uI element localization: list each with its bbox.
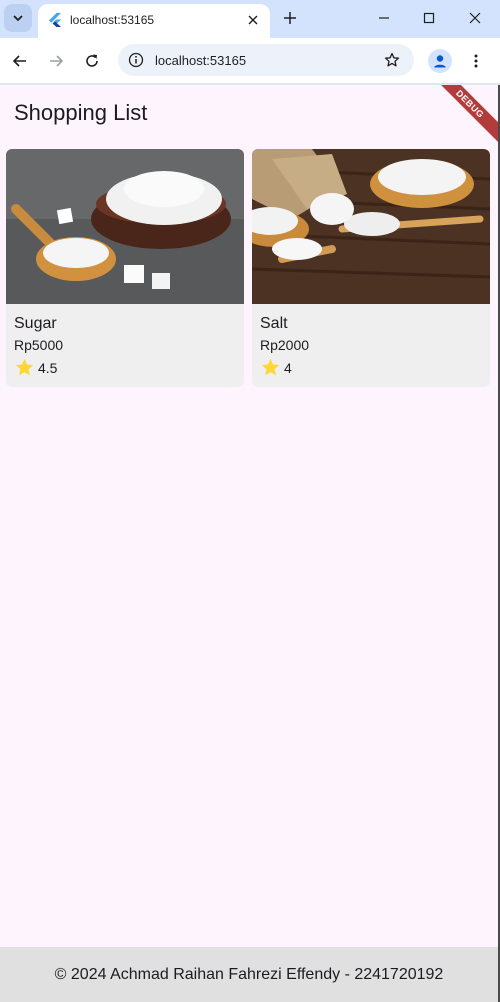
menu-button[interactable] — [464, 49, 488, 73]
arrow-right-icon — [50, 55, 64, 67]
close-icon — [469, 12, 481, 24]
footer-text: © 2024 Achmad Raihan Fahrezi Effendy - 2… — [54, 965, 444, 983]
product-rating: 4 — [260, 357, 292, 378]
reload-icon — [86, 54, 98, 67]
product-card[interactable]: Salt Rp2000 4 — [252, 149, 490, 387]
debug-label: DEBUG — [454, 88, 486, 120]
more-vert-icon — [474, 54, 478, 68]
product-rating: 4.5 — [14, 357, 57, 378]
sugar-image — [6, 149, 244, 304]
close-icon — [248, 15, 258, 25]
chevron-down-icon — [13, 15, 23, 22]
site-info-button[interactable] — [126, 50, 146, 70]
window-close-button[interactable] — [461, 5, 489, 31]
minimize-button[interactable] — [370, 5, 398, 31]
footer: © 2024 Achmad Raihan Fahrezi Effendy - 2… — [0, 947, 498, 1002]
back-button[interactable] — [8, 49, 32, 73]
sugar-photo — [6, 149, 244, 304]
tab-title: localhost:53165 — [70, 13, 155, 27]
product-name: Salt — [260, 315, 288, 332]
star-outline-icon — [384, 52, 400, 67]
new-tab-button[interactable] — [280, 8, 300, 28]
minimize-icon — [379, 17, 389, 19]
product-price: Rp5000 — [14, 337, 64, 353]
url-text[interactable]: localhost:53165 — [155, 53, 246, 68]
browser-tab[interactable]: localhost:53165 — [38, 4, 270, 38]
arrow-left-icon — [12, 55, 26, 67]
product-card[interactable]: Sugar Rp5000 4.5 — [6, 149, 244, 387]
salt-photo — [252, 149, 490, 304]
salt-image — [252, 149, 490, 304]
debug-banner: DEBUG — [429, 85, 498, 145]
tab-close-button[interactable] — [244, 11, 262, 29]
info-icon — [128, 52, 144, 68]
tab-search-button[interactable] — [4, 4, 32, 32]
bookmark-button[interactable] — [382, 50, 402, 70]
reload-button[interactable] — [80, 49, 104, 73]
browser-toolbar: localhost:53165 — [0, 38, 500, 84]
maximize-button[interactable] — [415, 5, 443, 31]
maximize-icon — [423, 12, 435, 24]
plus-icon — [284, 12, 296, 24]
rating-value: 4 — [284, 359, 292, 376]
address-bar[interactable]: localhost:53165 — [118, 44, 414, 76]
star-icon — [15, 358, 34, 376]
rating-value: 4.5 — [38, 359, 58, 376]
product-grid: Sugar Rp5000 4.5 Salt Rp2000 4 — [6, 149, 490, 387]
profile-button[interactable] — [428, 49, 452, 73]
star-icon — [261, 358, 280, 376]
person-icon — [434, 55, 446, 68]
browser-titlebar: localhost:53165 — [0, 0, 500, 38]
product-name: Sugar — [14, 315, 57, 332]
forward-button[interactable] — [44, 49, 68, 73]
app-viewport: Shopping List DEBUG Sugar Rp5000 4.5 Sal… — [0, 85, 498, 1002]
page-title: Shopping List — [14, 100, 148, 125]
flutter-icon — [49, 13, 61, 27]
product-price: Rp2000 — [260, 337, 310, 353]
